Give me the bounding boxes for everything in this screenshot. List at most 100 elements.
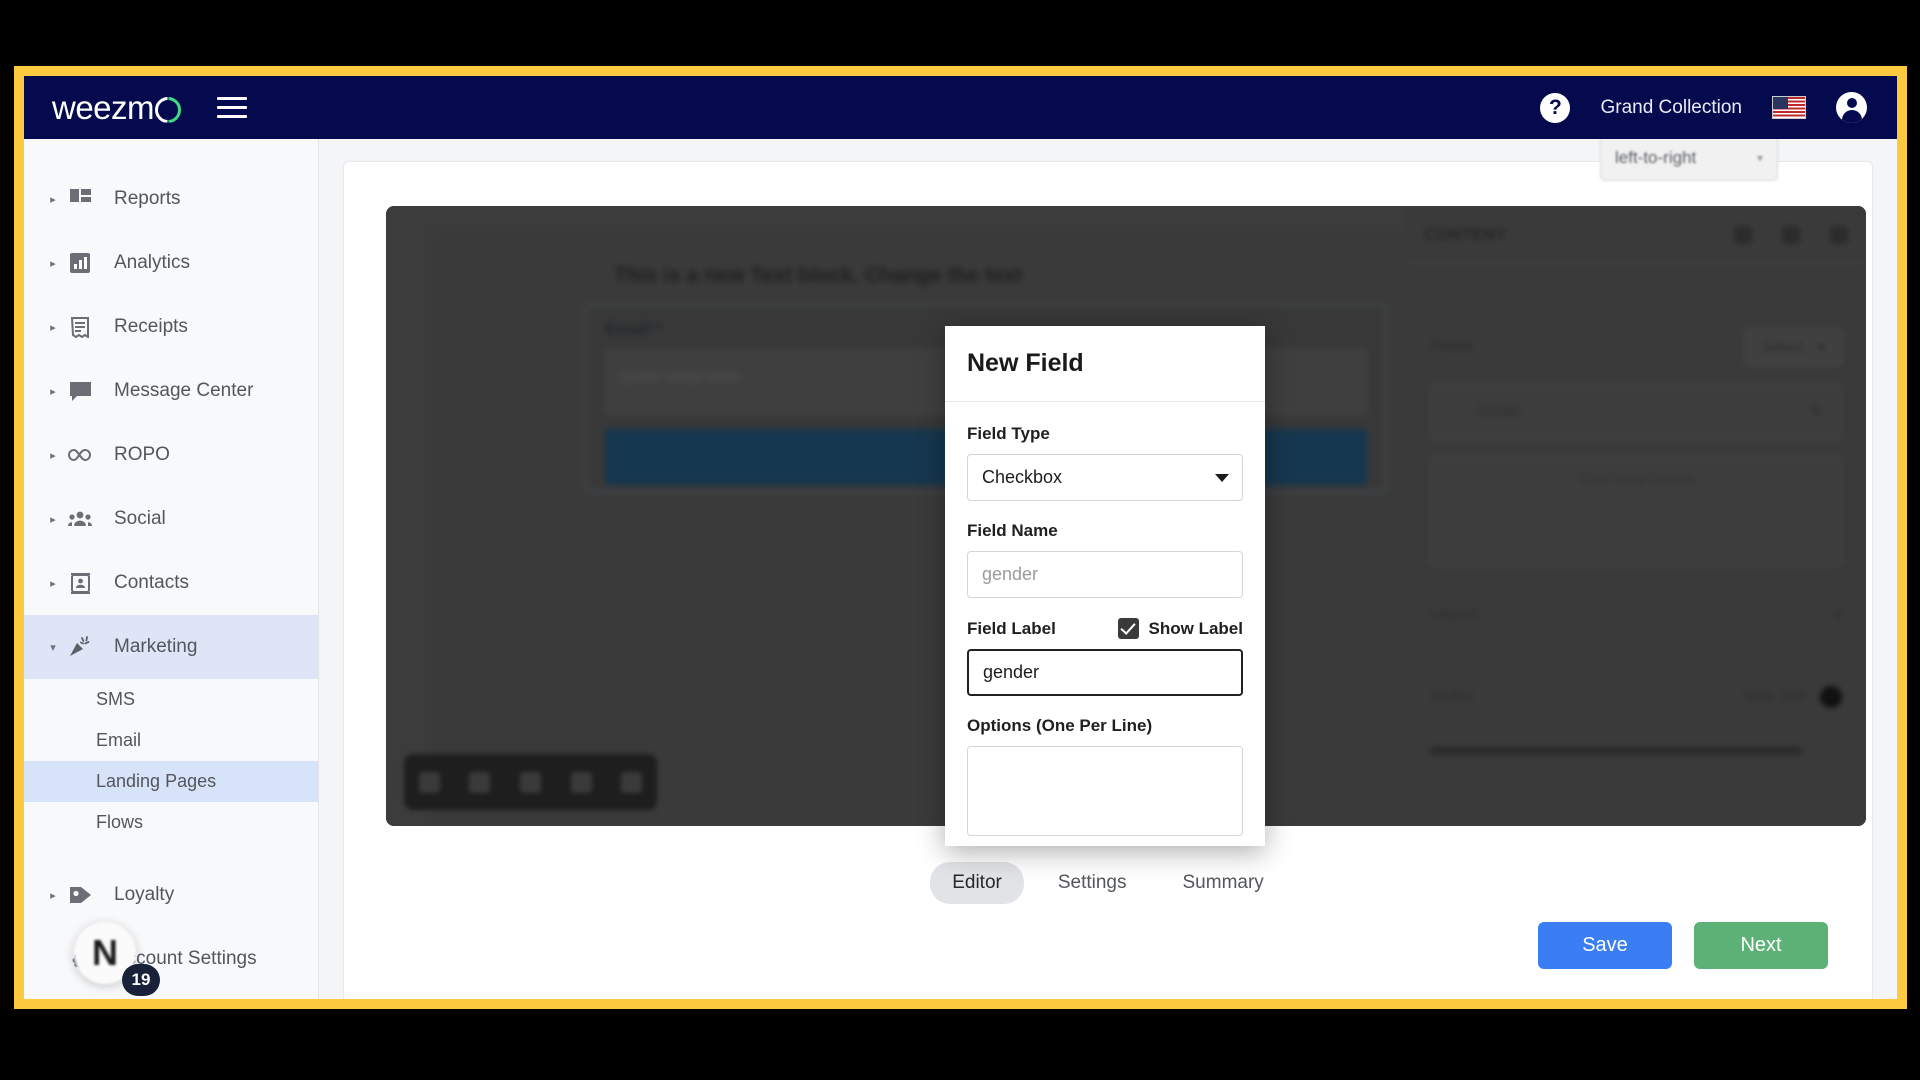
bar-chart-icon [60,253,100,273]
field-list-item[interactable]: ⋮ Email ✎ [1430,384,1842,440]
chevron-down-icon [1215,473,1229,482]
sidebar-item-loyalty[interactable]: ▸ Loyalty [24,863,318,927]
field-label-input[interactable] [967,649,1243,696]
field-item-row: ⋮ Email ✎ [1449,402,1823,422]
sidebar-item-label: Social [114,508,166,529]
sidebar-subitem-label: Flows [96,812,144,832]
save-button[interactable]: Save [1538,922,1672,969]
show-label-checkbox[interactable] [1117,618,1139,639]
content-settings-panel[interactable]: CONTENT Fields Select ▾ ⋮ Email ✎ Click … [1406,206,1866,826]
modal-header: New Field [945,326,1265,402]
toolbar-redo-icon[interactable] [469,771,491,793]
chevron-right-icon: ▸ [50,513,56,526]
show-label-toggle[interactable]: Show Label [1117,618,1243,639]
sidebar-item-label: Message Center [114,380,254,401]
sidebar-subitem-landing-pages[interactable]: Landing Pages [24,761,318,802]
logo-o-icon [155,96,182,123]
sidebar-item-label: ROPO [114,444,170,465]
chevron-right-icon: ▸ [50,385,56,398]
tab-settings[interactable]: Settings [1036,862,1149,904]
account-avatar-icon[interactable] [1836,92,1867,123]
browser-viewport: weezm ? Grand Collection ▸ Reports ▸ Ana… [14,66,1907,1009]
toolbar-desktop-icon[interactable] [519,771,541,793]
sidebar-item-reports[interactable]: ▸ Reports [24,167,318,231]
field-type-value: Checkbox [982,467,1063,487]
toolbar-tablet-icon[interactable] [570,771,592,793]
content-panel-actions [1734,225,1848,244]
sidebar-item-message-center[interactable]: ▸ Message Center [24,359,318,423]
chevron-down-icon: ▾ [50,641,56,654]
chevron-right-icon: ▸ [50,889,56,902]
weezmo-logo[interactable]: weezm [52,88,182,127]
close-icon[interactable] [1830,225,1848,244]
sidebar-subitem-label: SMS [96,689,136,709]
slider-track[interactable] [1430,746,1802,755]
preview-input-placeholder: Enter email here [622,369,740,386]
help-icon[interactable]: ? [1540,92,1571,123]
modal-title: New Field [967,349,1084,377]
header-right-cluster: ? Grand Collection [1540,92,1867,123]
sidebar-item-ropo[interactable]: ▸ ROPO [24,423,318,487]
chevron-down-icon: ▾ [1833,606,1842,623]
layout-row[interactable]: Layout ▾ [1430,604,1842,624]
sidebar-item-social[interactable]: ▸ Social [24,487,318,551]
sidebar-item-label: Loyalty [114,884,175,905]
field-name-label: Field Name [967,521,1058,540]
color-swatch[interactable] [1820,686,1842,708]
field-type-label: Field Type [967,424,1050,443]
sidebar-item-contacts[interactable]: ▸ Contacts [24,551,318,615]
text-direction-value: left-to-right [1615,148,1697,167]
sidebar-item-marketing[interactable]: ▾ Marketing [24,615,318,679]
sidebar-item-label: Contacts [114,572,189,593]
tab-editor[interactable]: Editor [930,862,1024,904]
canvas-floating-toolbar[interactable] [404,754,657,810]
chevron-right-icon: ▸ [50,449,56,462]
tag-icon [60,885,100,905]
sidebar-item-analytics[interactable]: ▸ Analytics [24,231,318,295]
sidebar-subitem-label: Email [96,730,142,750]
field-select-value: Select [1761,338,1804,356]
sidebar-item-label: Receipts [114,316,188,337]
contact-card-icon [60,572,100,594]
sidebar-subitem-flows[interactable]: Flows [24,802,318,843]
show-label-text: Show Label [1148,618,1243,638]
add-option-label: Click New Option [1578,471,1694,488]
hamburger-icon[interactable] [217,97,248,118]
sidebar-subitem-email[interactable]: Email [24,720,318,761]
chevron-down-icon: ▾ [1817,339,1825,356]
us-flag-icon[interactable] [1772,96,1806,119]
toolbar-undo-icon[interactable] [418,771,440,793]
styles-row[interactable]: Styles Size 100 [1430,686,1842,708]
sidebar-item-receipts[interactable]: ▸ Receipts [24,295,318,359]
field-name-input[interactable] [967,551,1243,598]
text-direction-dropdown[interactable]: left-to-right ▾ [1600,135,1778,181]
sidebar-subitem-label: Landing Pages [96,771,217,791]
sidebar-item-account-settings[interactable]: ▸ Account Settings [24,927,318,991]
sidebar-subitem-sms[interactable]: SMS [24,679,318,720]
tab-summary[interactable]: Summary [1161,862,1286,904]
options-label: Options (One Per Line) [967,716,1153,735]
sidebar-item-label: Reports [114,188,181,209]
modal-body: Field Type Checkbox Field Name Field Lab… [945,402,1265,841]
notification-count-badge[interactable]: 19 [122,964,160,996]
edit-icon[interactable] [1782,225,1800,244]
brand-text: weezm [52,88,155,126]
next-button[interactable]: Next [1694,922,1828,969]
toolbar-mobile-icon[interactable] [621,771,643,793]
drag-handle-icon[interactable]: ⋮ [1449,402,1465,422]
notification-logo: N [92,932,118,973]
styles-row-value: Size 100 [1743,688,1806,705]
sidebar-nav: ▸ Reports ▸ Analytics ▸ Receipts ▸ Messa… [24,139,319,999]
field-select-dropdown[interactable]: Select ▾ [1744,328,1842,366]
layout-row-label: Layout [1430,605,1479,622]
people-group-icon [60,511,100,527]
preview-field-label: Email * [605,319,662,338]
receipt-icon [60,316,100,338]
add-option-box[interactable]: Click New Option [1430,456,1842,566]
fields-row: Fields Select ▾ [1430,328,1842,366]
duplicate-icon[interactable] [1734,225,1752,244]
edit-icon[interactable]: ✎ [1810,402,1823,422]
chevron-down-icon: ▾ [1756,151,1763,165]
field-type-select[interactable]: Checkbox [967,454,1243,501]
options-textarea[interactable] [967,746,1243,836]
